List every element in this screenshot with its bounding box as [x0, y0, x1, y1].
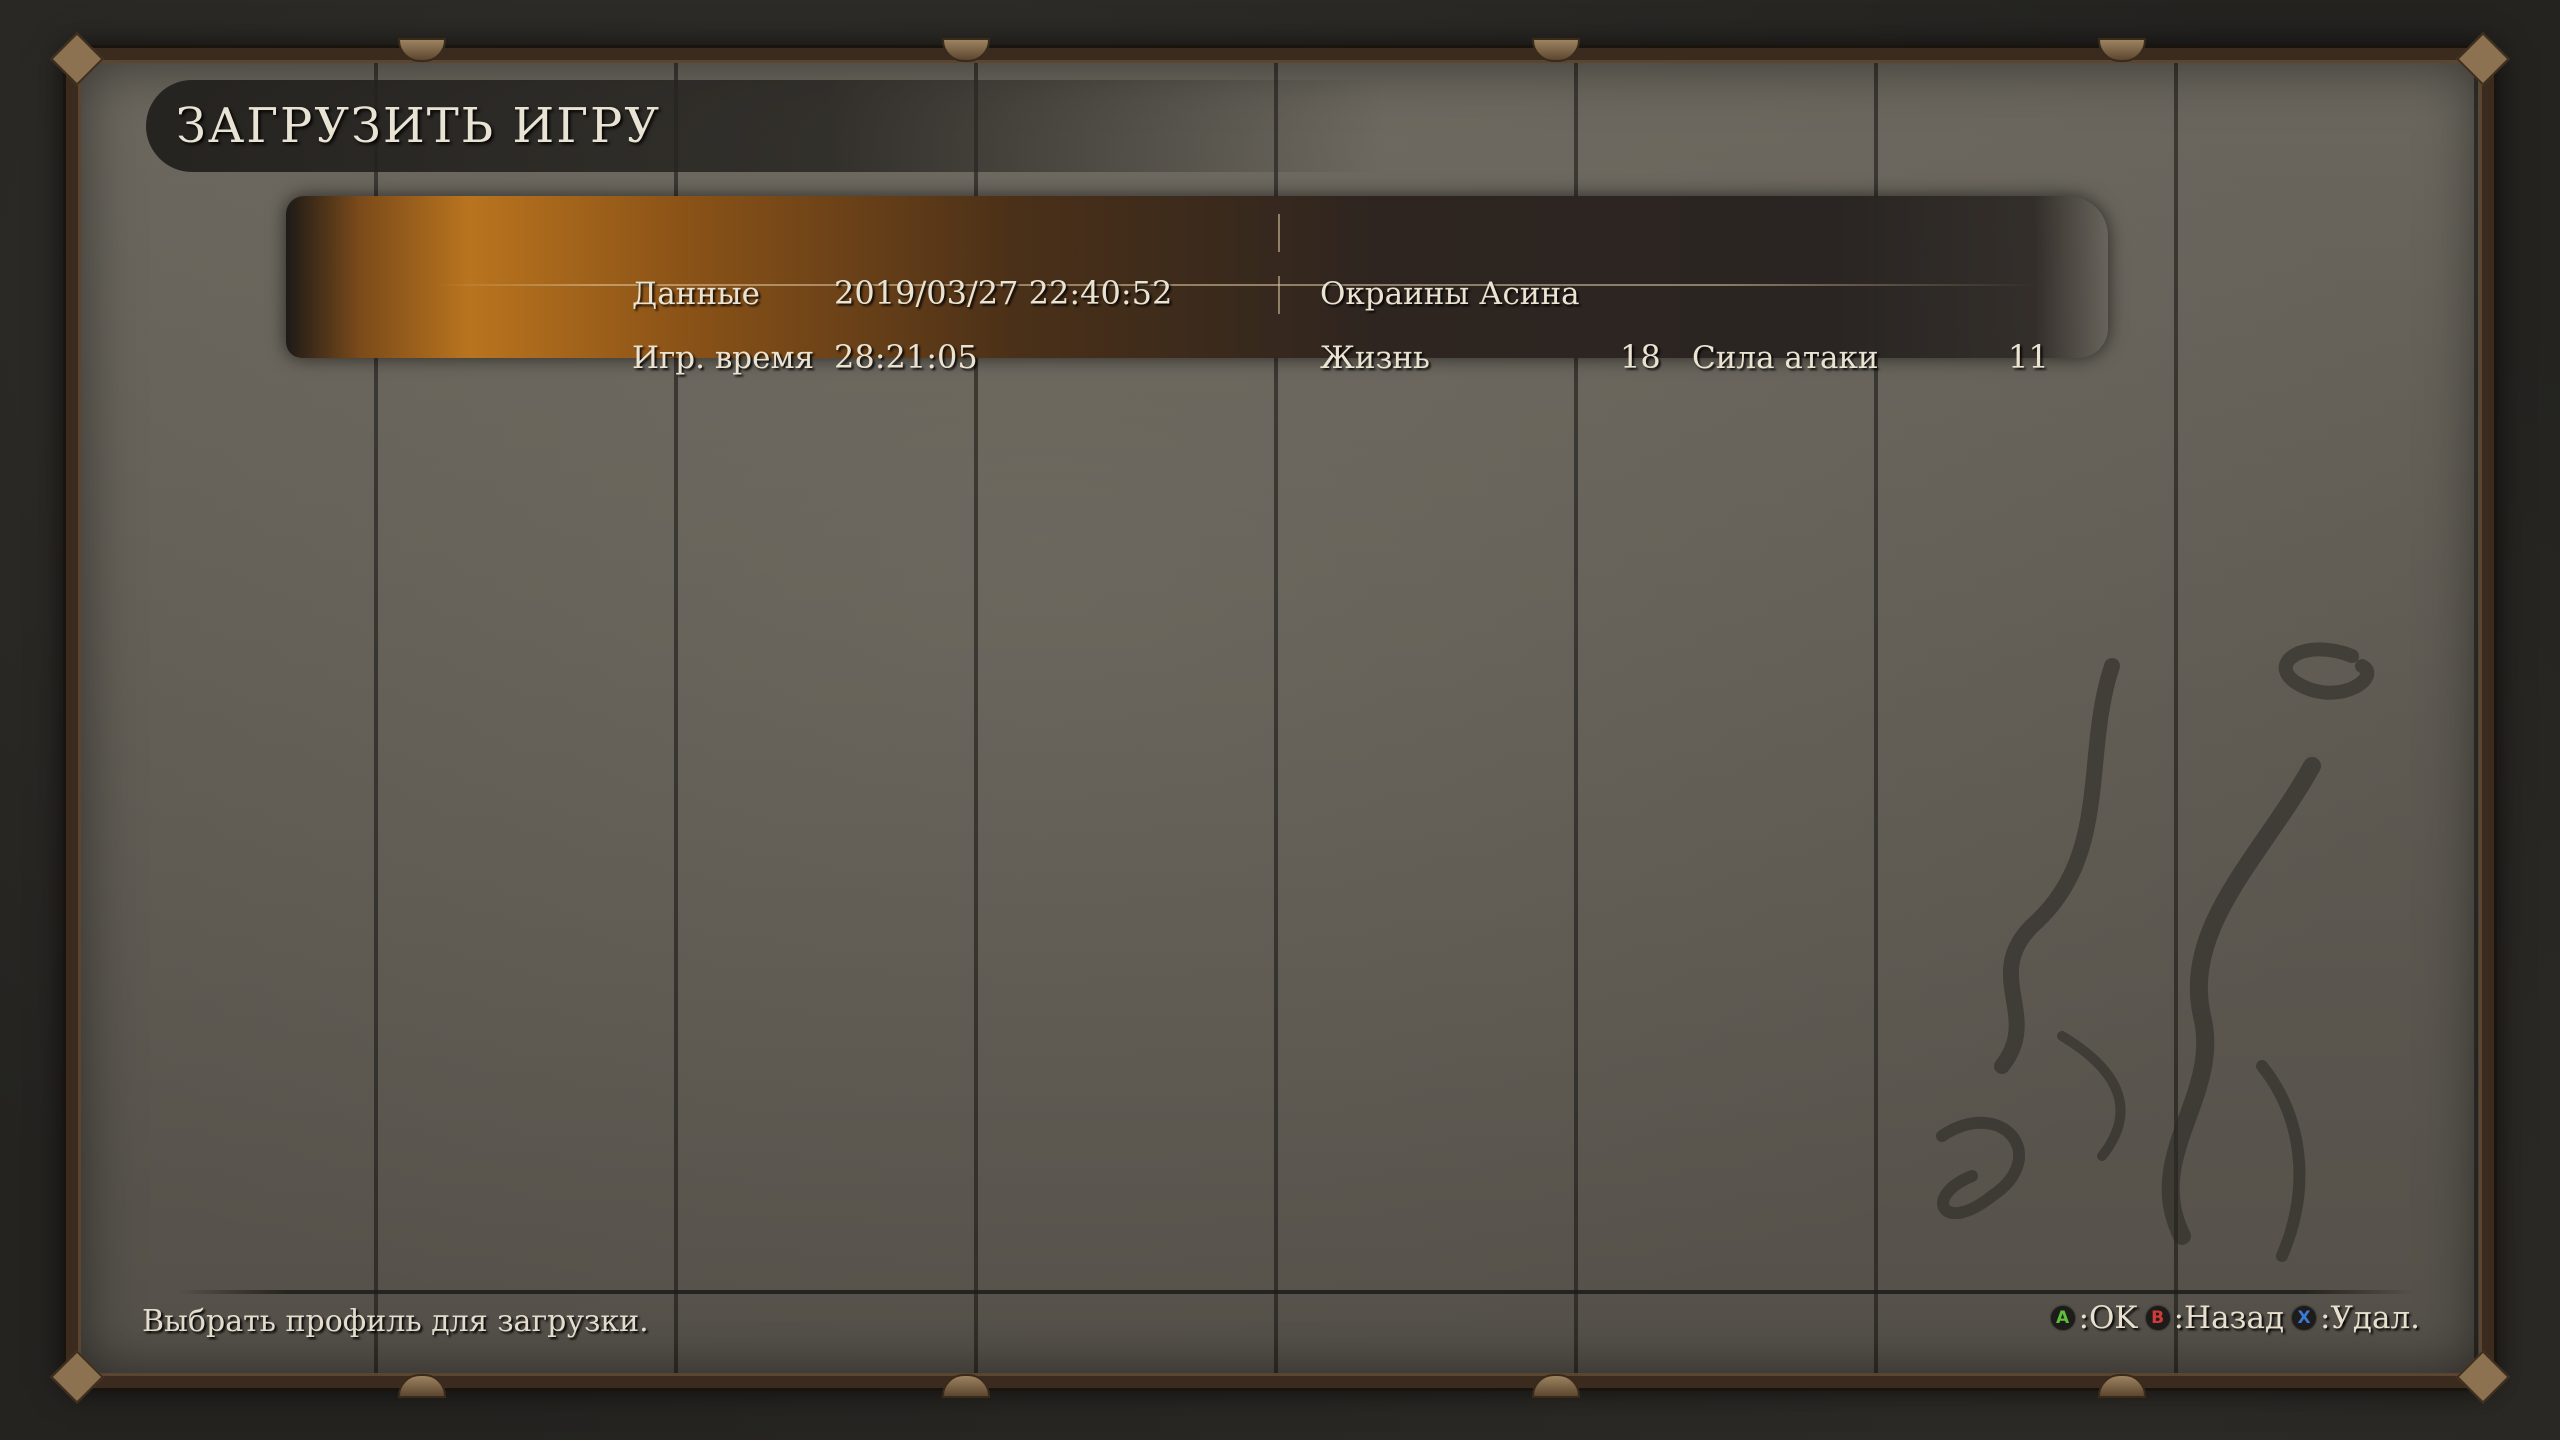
frame-corner: [2456, 32, 2510, 86]
frame-corner: [50, 32, 104, 86]
play-time-label: Игр. время: [632, 340, 815, 376]
load-game-screen: ЗАГРУЗИТЬ ИГРУ Данные 2019/03/27 22:40:5…: [0, 0, 2560, 1440]
frame-ornament: [398, 1374, 446, 1398]
page-title: ЗАГРУЗИТЬ ИГРУ: [176, 98, 662, 154]
play-time: 28:21:05: [834, 338, 978, 376]
delete-label: :Удал.: [2320, 1300, 2420, 1336]
frame-ornament: [398, 38, 446, 62]
frame-ornament: [942, 1374, 990, 1398]
save-slot-highlight: [286, 196, 2108, 358]
ok-prompt[interactable]: A :OK: [2050, 1300, 2138, 1336]
a-button-icon: A: [2050, 1306, 2075, 1330]
back-label: :Назад: [2173, 1300, 2285, 1336]
attack-value: 11: [2008, 338, 2049, 376]
frame-corner: [2456, 1350, 2510, 1404]
back-prompt[interactable]: B :Назад: [2145, 1300, 2285, 1336]
frame-ornament: [2098, 38, 2146, 62]
frame-corner: [50, 1350, 104, 1404]
frame-ornament: [1532, 1374, 1580, 1398]
frame-ornament: [1532, 38, 1580, 62]
save-date: 2019/03/27 22:40:52: [834, 274, 1173, 312]
slot-separator: [1278, 214, 1280, 252]
save-slot[interactable]: Данные 2019/03/27 22:40:52 Окраины Асина…: [286, 196, 2108, 376]
delete-prompt[interactable]: X :Удал.: [2292, 1300, 2420, 1336]
frame-ornament: [942, 38, 990, 62]
x-button-icon: X: [2292, 1306, 2317, 1330]
ok-label: :OK: [2078, 1300, 2138, 1336]
vitality-value: 18: [1620, 338, 1661, 376]
data-label: Данные: [632, 276, 761, 312]
footer-hint: Выбрать профиль для загрузки.: [142, 1304, 649, 1339]
save-location: Окраины Асина: [1320, 276, 1580, 312]
b-button-icon: B: [2145, 1306, 2170, 1330]
vitality-label: Жизнь: [1320, 340, 1430, 376]
footer-divider: [176, 1290, 2416, 1294]
frame-ornament: [2098, 1374, 2146, 1398]
button-prompts: A :OK B :Назад X :Удал.: [2050, 1300, 2420, 1336]
attack-label: Сила атаки: [1692, 340, 1879, 376]
slot-separator: [1278, 276, 1280, 314]
ink-calligraphy-decoration: [1936, 642, 2375, 1262]
